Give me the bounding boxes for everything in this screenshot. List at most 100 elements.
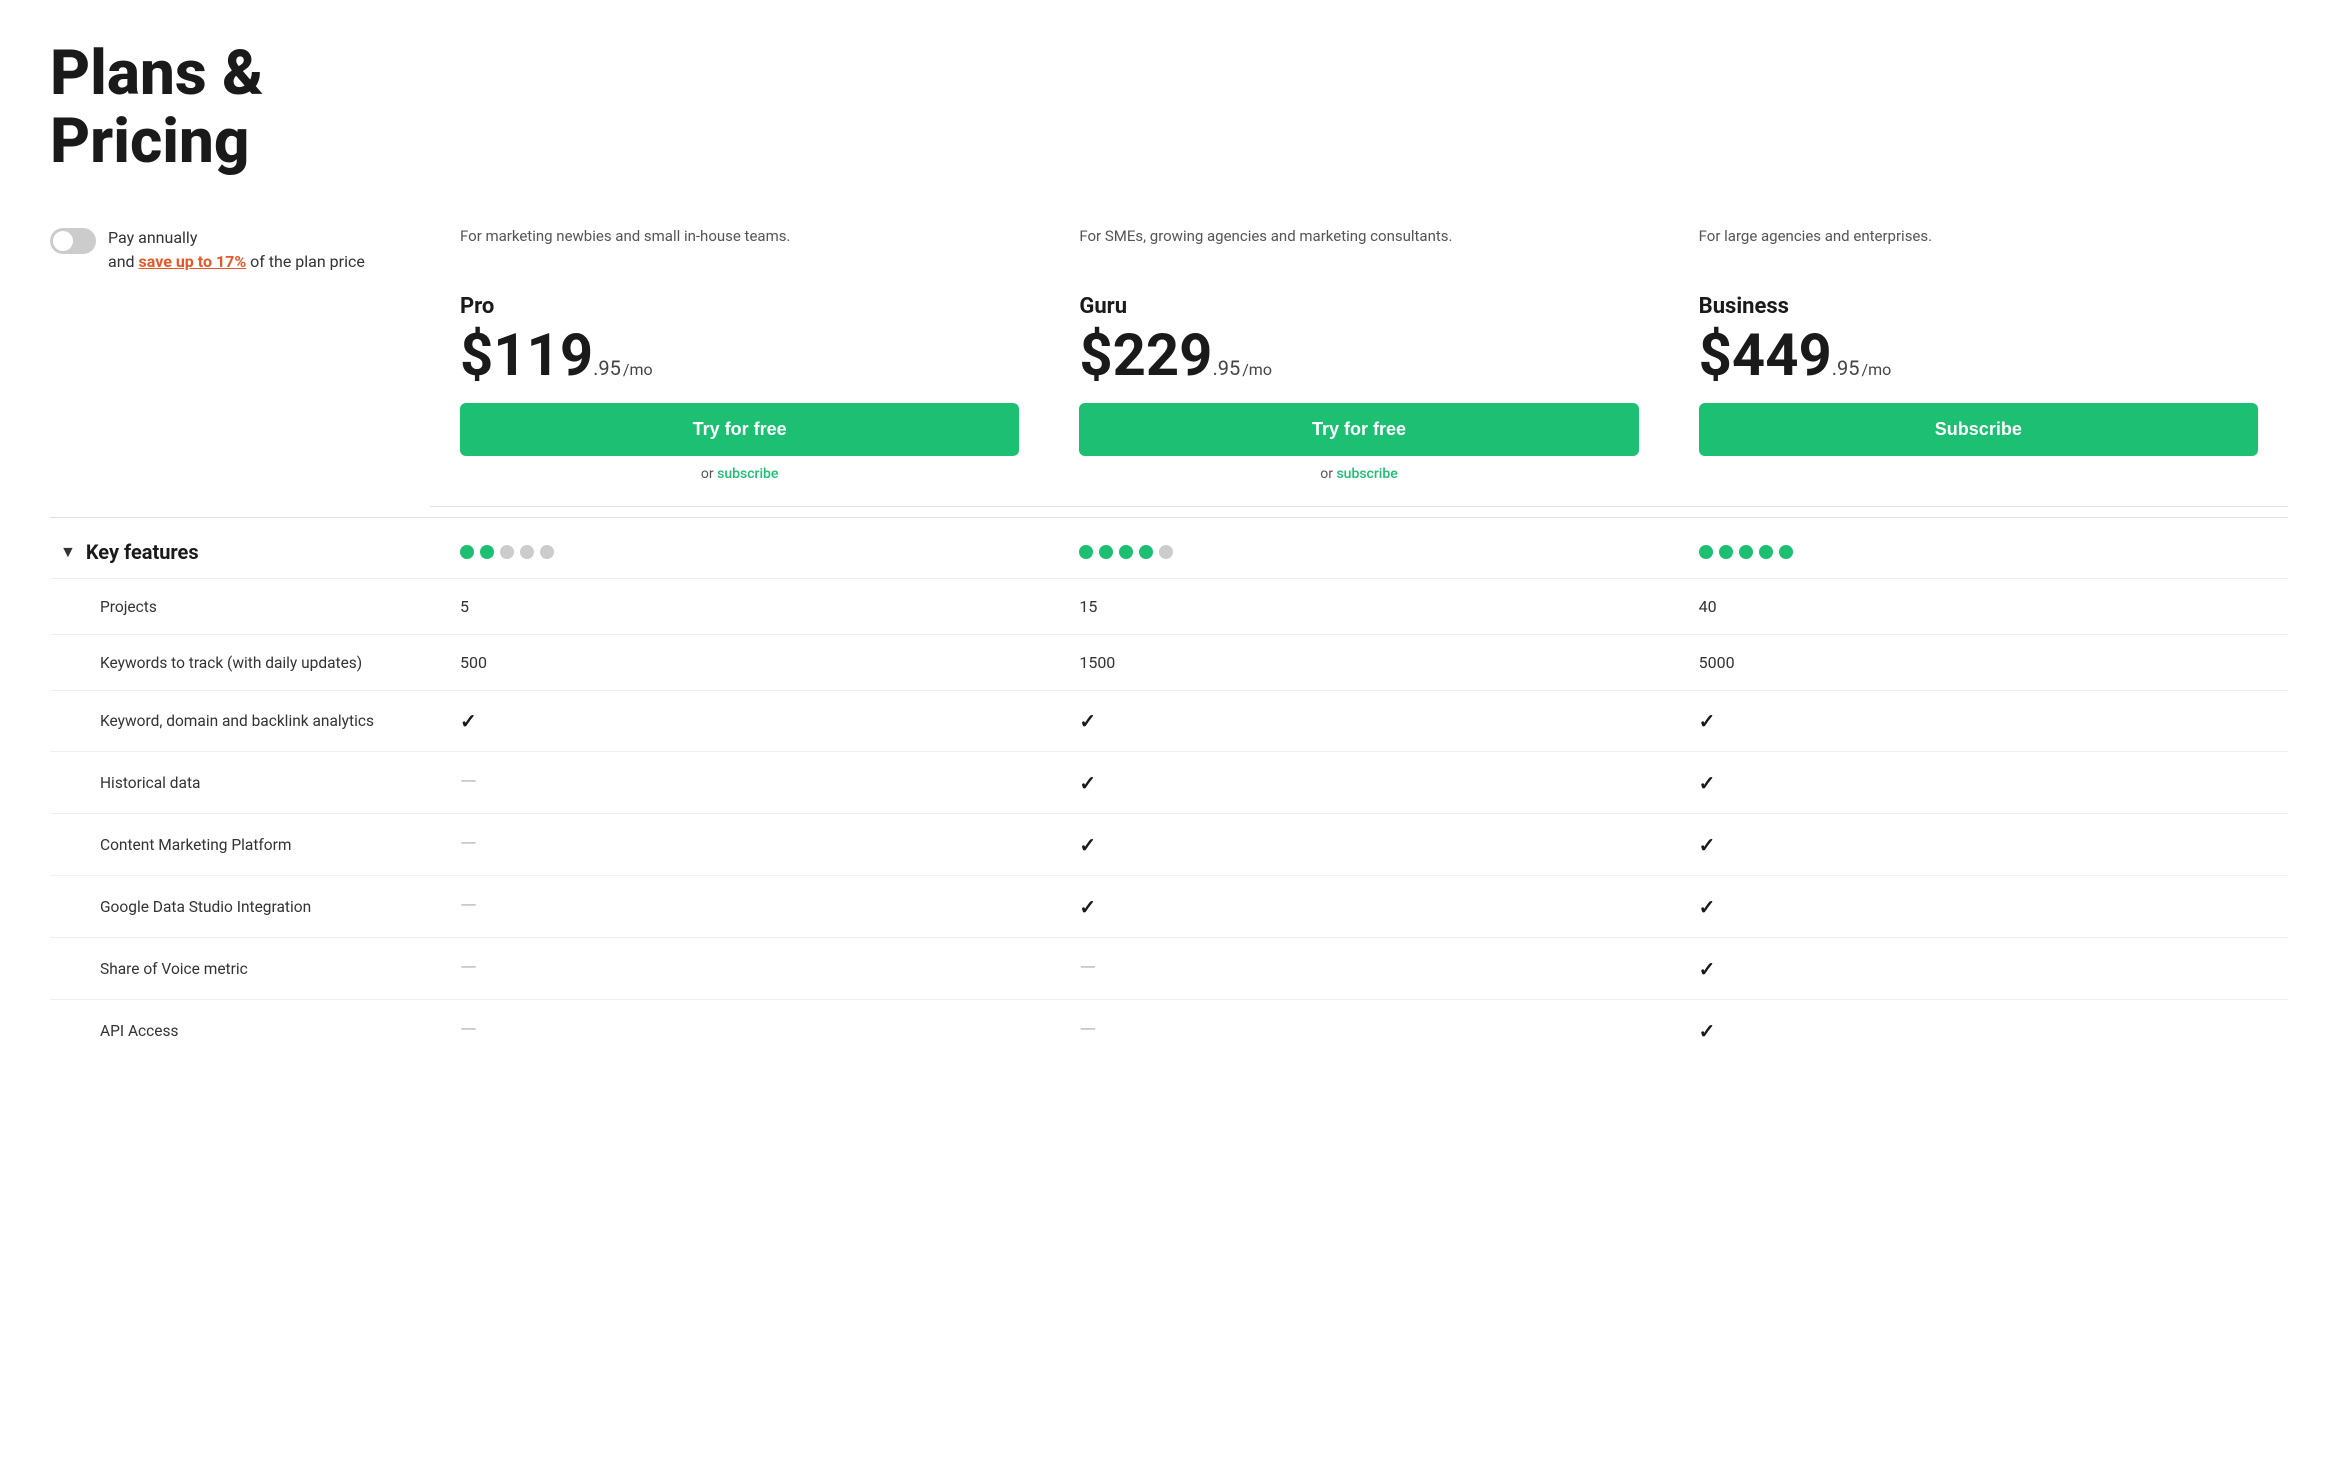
guru-feature-value: ✓	[1049, 895, 1668, 919]
pro-feature-value: —	[430, 894, 1049, 919]
guru-price: $229 .95 /mo	[1079, 327, 1638, 385]
pro-subscribe-anchor[interactable]: subscribe	[717, 466, 778, 482]
pro-cta-button[interactable]: Try for free	[460, 403, 1019, 456]
business-feature-value: ✓	[1669, 771, 2288, 795]
guru-price-period: /mo	[1242, 360, 1272, 379]
pro-name: Pro	[460, 294, 1019, 319]
table-row: Keywords to track (with daily updates) 5…	[50, 634, 2288, 690]
check-icon: ✓	[1699, 709, 1716, 733]
business-price-period: /mo	[1862, 360, 1892, 379]
business-feature-value: ✓	[1669, 833, 2288, 857]
dash-icon: —	[1079, 956, 1096, 981]
table-row: Projects 5 15 40	[50, 578, 2288, 634]
guru-dot-5	[1159, 545, 1173, 559]
feature-name: Share of Voice metric	[50, 960, 430, 978]
guru-feature-value: ✓	[1049, 771, 1668, 795]
table-row: Google Data Studio Integration — ✓ ✓	[50, 875, 2288, 937]
business-cta-button[interactable]: Subscribe	[1699, 403, 2258, 456]
plan-header-business: For large agencies and enterprises. Busi…	[1669, 206, 2288, 507]
check-icon: ✓	[1699, 957, 1716, 981]
guru-cta-button[interactable]: Try for free	[1079, 403, 1638, 456]
feature-name: Keywords to track (with daily updates)	[50, 654, 430, 672]
pro-price-main: $119	[460, 327, 593, 385]
business-price-cents: .95	[1832, 356, 1860, 380]
key-features-title-cell: ▼ Key features	[50, 540, 430, 564]
dash-icon: —	[460, 956, 477, 981]
guru-feature-value: ✓	[1049, 833, 1668, 857]
check-icon: ✓	[1699, 833, 1716, 857]
table-row: Keyword, domain and backlink analytics ✓…	[50, 690, 2288, 751]
toggle-section: Pay annually and save up to 17% of the p…	[50, 206, 430, 507]
business-dot-2	[1719, 545, 1733, 559]
business-price: $449 .95 /mo	[1699, 327, 2258, 385]
pro-feature-value: ✓	[430, 709, 1049, 733]
dash-icon: —	[460, 1018, 477, 1043]
pro-dot-5	[540, 545, 554, 559]
guru-description: For SMEs, growing agencies and marketing…	[1079, 226, 1638, 276]
guru-feature-value: —	[1049, 1018, 1668, 1043]
page-title: Plans & Pricing	[50, 40, 470, 176]
table-row: API Access — — ✓	[50, 999, 2288, 1061]
pro-feature-value: 5	[430, 597, 1049, 616]
dash-icon: —	[460, 832, 477, 857]
guru-feature-value: ✓	[1049, 709, 1668, 733]
features-section: ▼ Key features Projects	[50, 517, 2288, 1061]
business-description: For large agencies and enterprises.	[1699, 226, 2258, 276]
feature-name: API Access	[50, 1022, 430, 1040]
pro-subscribe-link: or subscribe	[460, 466, 1019, 482]
guru-feature-value: 15	[1049, 597, 1668, 616]
check-icon: ✓	[1699, 771, 1716, 795]
guru-feature-value: 1500	[1049, 653, 1668, 672]
business-dot-1	[1699, 545, 1713, 559]
guru-dot-1	[1079, 545, 1093, 559]
feature-name: Keyword, domain and backlink analytics	[50, 712, 430, 730]
check-icon: ✓	[1079, 833, 1096, 857]
pro-dot-1	[460, 545, 474, 559]
annual-toggle[interactable]	[50, 228, 96, 254]
guru-subscribe-link: or subscribe	[1079, 466, 1638, 482]
business-feature-value: 40	[1669, 597, 2288, 616]
table-row: Share of Voice metric — — ✓	[50, 937, 2288, 999]
business-dot-3	[1739, 545, 1753, 559]
pro-price: $119 .95 /mo	[460, 327, 1019, 385]
guru-name: Guru	[1079, 294, 1638, 319]
business-feature-value: ✓	[1669, 709, 2288, 733]
check-icon: ✓	[1079, 709, 1096, 733]
check-icon: ✓	[1699, 1019, 1716, 1043]
key-features-header: ▼ Key features	[50, 517, 2288, 578]
feature-name: Google Data Studio Integration	[50, 898, 430, 916]
check-icon: ✓	[460, 709, 477, 733]
pro-description: For marketing newbies and small in-house…	[460, 226, 1019, 276]
feature-rows: Projects 5 15 40 Keywords to track (with…	[50, 578, 2288, 1061]
pro-dots	[430, 545, 1049, 559]
save-highlight: save up to 17%	[139, 252, 247, 271]
pro-feature-value: —	[430, 1018, 1049, 1043]
table-row: Content Marketing Platform — ✓ ✓	[50, 813, 2288, 875]
business-dot-4	[1759, 545, 1773, 559]
check-icon: ✓	[1079, 895, 1096, 919]
pro-feature-value: —	[430, 956, 1049, 981]
feature-name: Content Marketing Platform	[50, 836, 430, 854]
business-price-main: $449	[1699, 327, 1832, 385]
feature-name: Projects	[50, 598, 430, 616]
pro-feature-value: —	[430, 832, 1049, 857]
pro-price-cents: .95	[593, 356, 621, 380]
guru-subscribe-anchor[interactable]: subscribe	[1336, 466, 1397, 482]
business-feature-value: 5000	[1669, 653, 2288, 672]
guru-price-main: $229	[1079, 327, 1212, 385]
dash-icon: —	[1079, 1018, 1096, 1043]
guru-dot-4	[1139, 545, 1153, 559]
business-feature-value: ✓	[1669, 1019, 2288, 1043]
check-icon: ✓	[1079, 771, 1096, 795]
pro-price-period: /mo	[623, 360, 653, 379]
pro-dot-2	[480, 545, 494, 559]
pro-feature-value: 500	[430, 653, 1049, 672]
business-dots	[1669, 545, 2288, 559]
toggle-label: Pay annually and save up to 17% of the p…	[108, 226, 365, 274]
dash-icon: —	[460, 770, 477, 795]
guru-price-cents: .95	[1212, 356, 1240, 380]
pro-feature-value: —	[430, 770, 1049, 795]
chevron-down-icon[interactable]: ▼	[60, 542, 76, 562]
table-row: Historical data — ✓ ✓	[50, 751, 2288, 813]
business-dot-5	[1779, 545, 1793, 559]
